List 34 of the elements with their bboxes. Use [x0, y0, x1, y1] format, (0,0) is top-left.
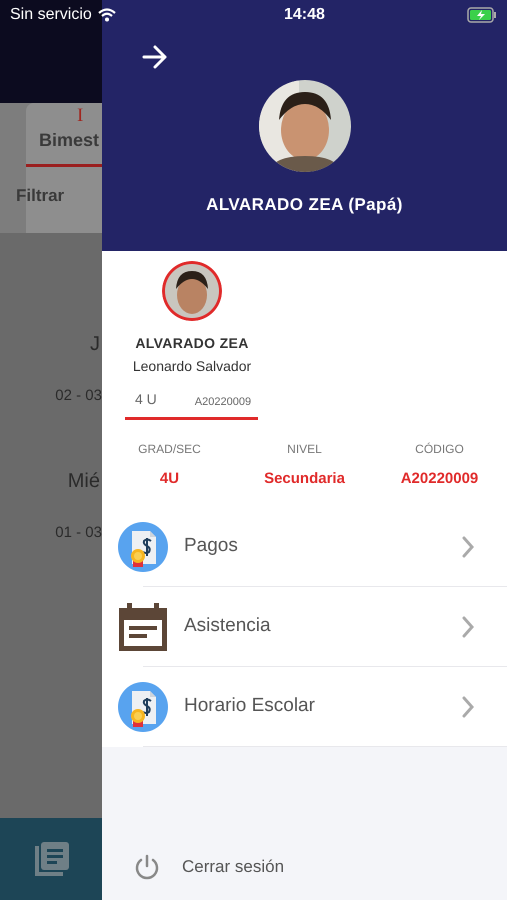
chevron-right-icon: [461, 694, 475, 718]
date-label: 02 - 03: [55, 386, 102, 406]
calendar-icon: [118, 602, 168, 652]
menu-item[interactable]: Horario Escolar: [102, 666, 507, 746]
arrow-right-icon[interactable]: [142, 45, 168, 69]
grade-label: 4 U: [135, 390, 157, 409]
info-label: CÓDIGO: [415, 441, 464, 458]
code-label: A20220009: [194, 394, 252, 410]
receipt-coin-icon: [118, 522, 168, 572]
menu-item[interactable]: Pagos: [102, 506, 507, 586]
filter-label[interactable]: Filtrar: [16, 183, 102, 208]
clock-time: 14:48: [284, 5, 325, 25]
info-value: 4U: [160, 469, 180, 489]
parent-name: ALVARADO ZEA (Papá): [206, 194, 403, 216]
info-label: GRAD/SEC: [138, 441, 201, 458]
receipt-coin-icon: [118, 682, 168, 732]
date-label: 01 - 03: [55, 522, 102, 542]
power-icon: [134, 854, 160, 880]
menu-item[interactable]: Asistencia: [102, 586, 507, 666]
document-stack-icon[interactable]: [35, 842, 69, 876]
info-value: Secundaria: [264, 469, 345, 489]
chevron-right-icon: [461, 534, 475, 558]
chevron-right-icon: [461, 614, 475, 638]
wifi-icon: [98, 8, 116, 22]
carrier-label: Sin servicio: [10, 5, 92, 25]
logout-item[interactable]: Cerrar sesión: [102, 837, 507, 897]
day-label: Mié: [68, 468, 101, 494]
day-label: J: [90, 332, 101, 357]
student-tab[interactable]: 4 U A20220009: [125, 389, 258, 420]
student-surname: ALVARADO ZEA: [135, 334, 249, 353]
info-value: A20220009: [400, 469, 478, 489]
student-given-names: Leonardo Salvador: [132, 357, 252, 376]
battery-icon: [466, 7, 497, 23]
info-label: NIVEL: [287, 441, 322, 458]
